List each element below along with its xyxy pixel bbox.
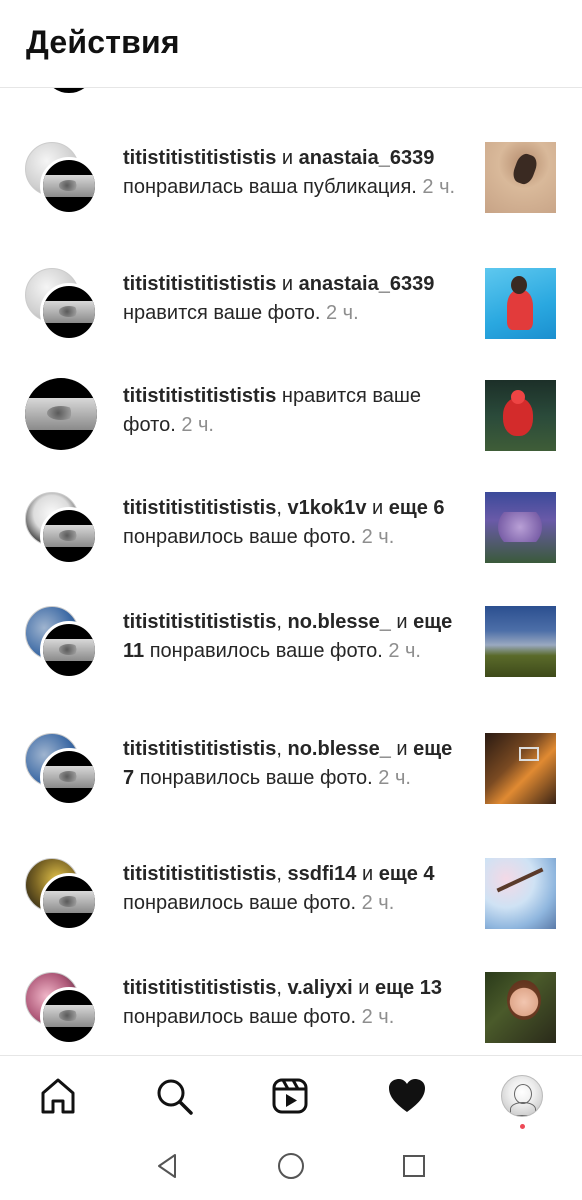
avatar-group: [25, 858, 99, 932]
username-link[interactable]: no.blesse_: [287, 738, 390, 760]
list-item[interactable]: titistitistitististis, no.blesse_ и еще …: [0, 604, 582, 694]
username-link[interactable]: titistitistitististis: [123, 977, 276, 999]
notification-dot: [520, 1124, 525, 1129]
avatar-group: [25, 268, 99, 342]
timestamp: 2 ч.: [361, 892, 395, 914]
timestamp: 2 ч.: [422, 176, 456, 198]
list-item-partial[interactable]: [0, 88, 582, 104]
post-thumbnail[interactable]: [485, 380, 556, 451]
username-link[interactable]: titistitistitististis: [123, 611, 276, 633]
avatar: [40, 621, 98, 679]
back-button[interactable]: [153, 1151, 183, 1181]
timestamp: 2 ч.: [378, 767, 411, 789]
profile-avatar: [501, 1075, 543, 1117]
home-icon: [41, 1078, 75, 1114]
avatar-group: [25, 972, 99, 1046]
username-link[interactable]: titistitistitististis: [123, 497, 276, 519]
list-item[interactable]: titistitistitististis, no.blesse_ и еще …: [0, 731, 582, 821]
timestamp: 2 ч.: [388, 640, 421, 662]
activity-tab[interactable]: [385, 1074, 429, 1118]
timestamp: 2 ч.: [361, 1006, 395, 1028]
profile-tab[interactable]: [500, 1074, 544, 1118]
username-link[interactable]: v1kok1v: [287, 497, 366, 519]
avatar: [40, 507, 98, 565]
username-link[interactable]: titistitistitististis: [123, 273, 276, 295]
avatar: [40, 987, 98, 1045]
search-tab[interactable]: [152, 1074, 196, 1118]
username-link[interactable]: titistitistitististis: [123, 863, 276, 885]
notification-text: titistitistitististis и anastaia_6339 нр…: [123, 273, 435, 324]
home-tab[interactable]: [36, 1074, 80, 1118]
avatar-group: [25, 606, 99, 680]
notification-text: titistitistitististis и anastaia_6339 по…: [123, 147, 456, 198]
notification-text: titistitistitististis, v.aliyxi и еще 13…: [123, 977, 442, 1028]
avatar-group: [25, 492, 99, 566]
timestamp: 2 ч.: [361, 526, 395, 548]
more-users-link[interactable]: еще 13: [375, 977, 442, 999]
recents-button[interactable]: [399, 1151, 429, 1181]
post-thumbnail[interactable]: [485, 858, 556, 929]
username-link[interactable]: no.blesse_: [287, 611, 390, 633]
post-thumbnail[interactable]: [485, 733, 556, 804]
notification-text: titistitistitististis нравится ваше фото…: [123, 385, 422, 436]
username-link[interactable]: titistitistitististis: [123, 385, 276, 407]
page-title: Действия: [26, 24, 180, 60]
post-thumbnail[interactable]: [485, 972, 556, 1043]
avatar-group: [25, 142, 99, 216]
avatar: [40, 748, 98, 806]
list-item[interactable]: titistitistitististis нравится ваше фото…: [0, 378, 582, 458]
system-navigation-bar: [0, 1135, 582, 1200]
username-link[interactable]: titistitistitististis: [123, 738, 276, 760]
more-users-link[interactable]: еще 6: [389, 497, 445, 519]
avatar: [40, 157, 98, 215]
username-link[interactable]: anastaia_6339: [299, 147, 435, 169]
back-triangle-icon: [158, 1154, 176, 1178]
post-thumbnail[interactable]: [485, 142, 556, 213]
recents-square-icon: [403, 1155, 425, 1177]
more-users-link[interactable]: еще 4: [379, 863, 435, 885]
timestamp: 2 ч.: [325, 302, 359, 324]
avatar: [40, 88, 98, 96]
avatar: [40, 283, 98, 341]
home-button[interactable]: [276, 1151, 306, 1181]
notification-text: titistitistitististis, no.blesse_ и еще …: [123, 738, 453, 789]
timestamp: 2 ч.: [181, 414, 214, 436]
username-link[interactable]: ssdfi14: [287, 863, 356, 885]
list-item[interactable]: titistitistitististis и anastaia_6339 по…: [0, 140, 582, 240]
post-thumbnail[interactable]: [485, 268, 556, 339]
top-bar: Действия: [0, 0, 582, 88]
avatar-group: [25, 378, 99, 452]
username-link[interactable]: v.aliyxi: [287, 977, 352, 999]
avatar-group: [25, 733, 99, 807]
notification-text: titistitistitististis, ssdfi14 и еще 4 п…: [123, 863, 435, 914]
username-link[interactable]: titistitistitististis: [123, 147, 276, 169]
avatar: [40, 873, 98, 931]
reels-icon: [272, 1078, 308, 1114]
bottom-navigation: [0, 1055, 582, 1135]
avatar-group: [25, 88, 99, 122]
post-thumbnail[interactable]: [485, 492, 556, 563]
post-thumbnail[interactable]: [485, 606, 556, 677]
search-icon: [157, 1079, 193, 1115]
reels-tab[interactable]: [268, 1074, 312, 1118]
list-item[interactable]: titistitistitististis и anastaia_6339 нр…: [0, 266, 582, 346]
username-link[interactable]: anastaia_6339: [299, 273, 435, 295]
list-item[interactable]: titistitistitististis, v.aliyxi и еще 13…: [0, 970, 582, 1050]
activity-feed[interactable]: titistitistitististis и anastaia_6339 по…: [0, 88, 582, 1055]
avatar: [25, 378, 97, 450]
notification-text: titistitistitististis, no.blesse_ и еще …: [123, 611, 453, 662]
heart-icon: [389, 1079, 425, 1112]
list-item[interactable]: titistitistitististis, ssdfi14 и еще 4 п…: [0, 856, 582, 936]
home-circle-icon: [278, 1153, 304, 1179]
notification-text: titistitistitististis, v1kok1v и еще 6 п…: [123, 497, 445, 548]
list-item[interactable]: titistitistitististis, v1kok1v и еще 6 п…: [0, 490, 582, 580]
